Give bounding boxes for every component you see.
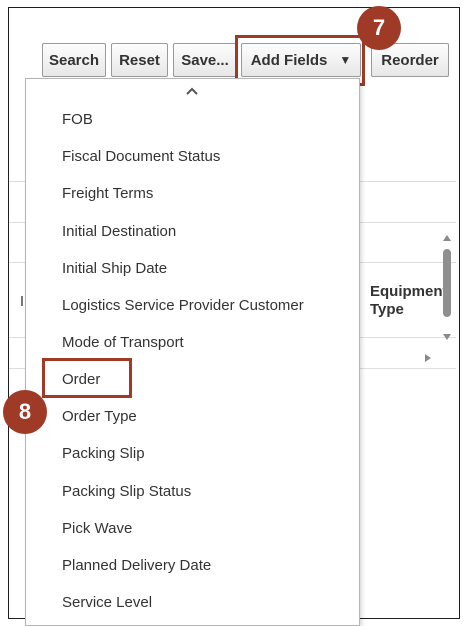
reset-button[interactable]: Reset bbox=[111, 43, 168, 77]
search-button[interactable]: Search bbox=[42, 43, 106, 77]
add-fields-dropdown[interactable]: FOB Fiscal Document Status Freight Terms… bbox=[25, 78, 360, 626]
order-highlight bbox=[42, 358, 132, 398]
menu-item-planned-delivery-date[interactable]: Planned Delivery Date bbox=[62, 557, 211, 574]
menu-item-order-type[interactable]: Order Type bbox=[62, 408, 137, 425]
scroll-up-arrow-icon bbox=[443, 235, 451, 241]
menu-item-mode-of-transport[interactable]: Mode of Transport bbox=[62, 334, 184, 351]
step-7-badge: 7 bbox=[357, 6, 401, 50]
scroll-up-chevron-icon[interactable] bbox=[186, 87, 198, 95]
menu-item-logistics-service-provider-customer[interactable]: Logistics Service Provider Customer bbox=[62, 297, 304, 314]
reorder-button-label: Reorder bbox=[381, 51, 439, 69]
row-marker bbox=[21, 296, 23, 306]
menu-item-pick-wave[interactable]: Pick Wave bbox=[62, 520, 132, 537]
save-button[interactable]: Save... bbox=[173, 43, 237, 77]
save-button-label: Save... bbox=[181, 51, 229, 69]
step-8-badge: 8 bbox=[3, 390, 47, 434]
search-button-label: Search bbox=[48, 51, 100, 69]
menu-item-packing-slip[interactable]: Packing Slip bbox=[62, 445, 145, 462]
scroll-down-arrow-icon bbox=[443, 334, 451, 340]
scroll-thumb bbox=[443, 249, 451, 317]
scroll-right-arrow-icon[interactable] bbox=[423, 353, 433, 363]
menu-item-fob[interactable]: FOB bbox=[62, 111, 93, 128]
menu-item-service-level[interactable]: Service Level bbox=[62, 594, 152, 611]
reset-button-label: Reset bbox=[119, 51, 160, 69]
menu-item-initial-ship-date[interactable]: Initial Ship Date bbox=[62, 260, 167, 277]
menu-item-freight-terms[interactable]: Freight Terms bbox=[62, 185, 153, 202]
menu-item-packing-slip-status[interactable]: Packing Slip Status bbox=[62, 483, 191, 500]
menu-item-fiscal-document-status[interactable]: Fiscal Document Status bbox=[62, 148, 220, 165]
vertical-scrollbar[interactable] bbox=[440, 230, 454, 342]
menu-item-initial-destination[interactable]: Initial Destination bbox=[62, 223, 176, 240]
